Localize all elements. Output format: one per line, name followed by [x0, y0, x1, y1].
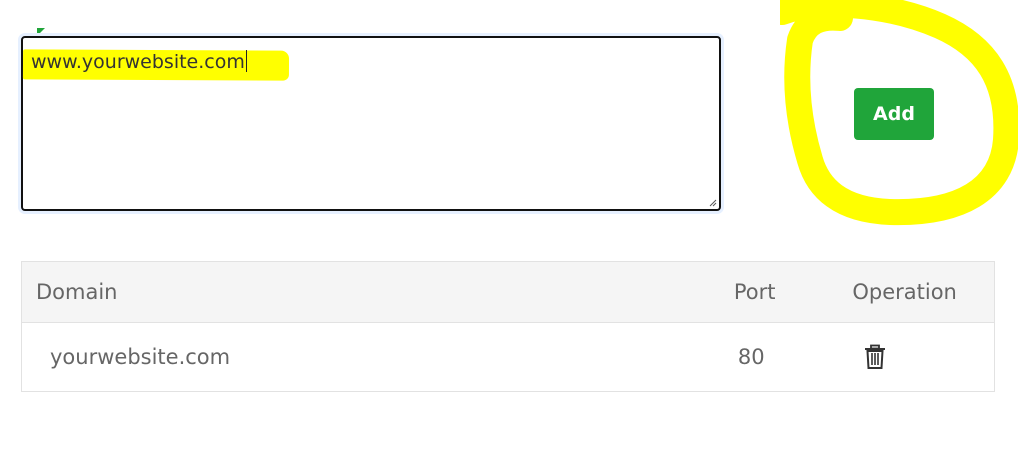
resize-grip-icon[interactable] [709, 199, 717, 207]
domain-textarea[interactable] [21, 36, 721, 211]
column-header-operation: Operation [830, 261, 995, 323]
cell-operation [830, 323, 994, 392]
trash-icon[interactable] [864, 344, 886, 370]
cell-domain: yourwebsite.com [50, 345, 231, 369]
corner-marker [37, 28, 45, 36]
table-header: Domain Port Operation [21, 261, 995, 323]
table-body: yourwebsite.com 80 [22, 323, 995, 392]
domain-binding-panel: www.yourwebsite.com Add Domain Port Oper… [0, 0, 1018, 468]
table-row: yourwebsite.com 80 [22, 323, 995, 392]
cell-port: 80 [737, 345, 765, 369]
column-header-domain: Domain [21, 261, 734, 323]
column-header-port: Port [733, 261, 831, 323]
header-row: Domain Port Operation [21, 261, 995, 323]
add-button[interactable]: Add [854, 88, 934, 140]
domain-table: Domain Port Operation yourwebsite.com 80 [21, 261, 995, 392]
domain-input-area: www.yourwebsite.com [21, 36, 721, 211]
